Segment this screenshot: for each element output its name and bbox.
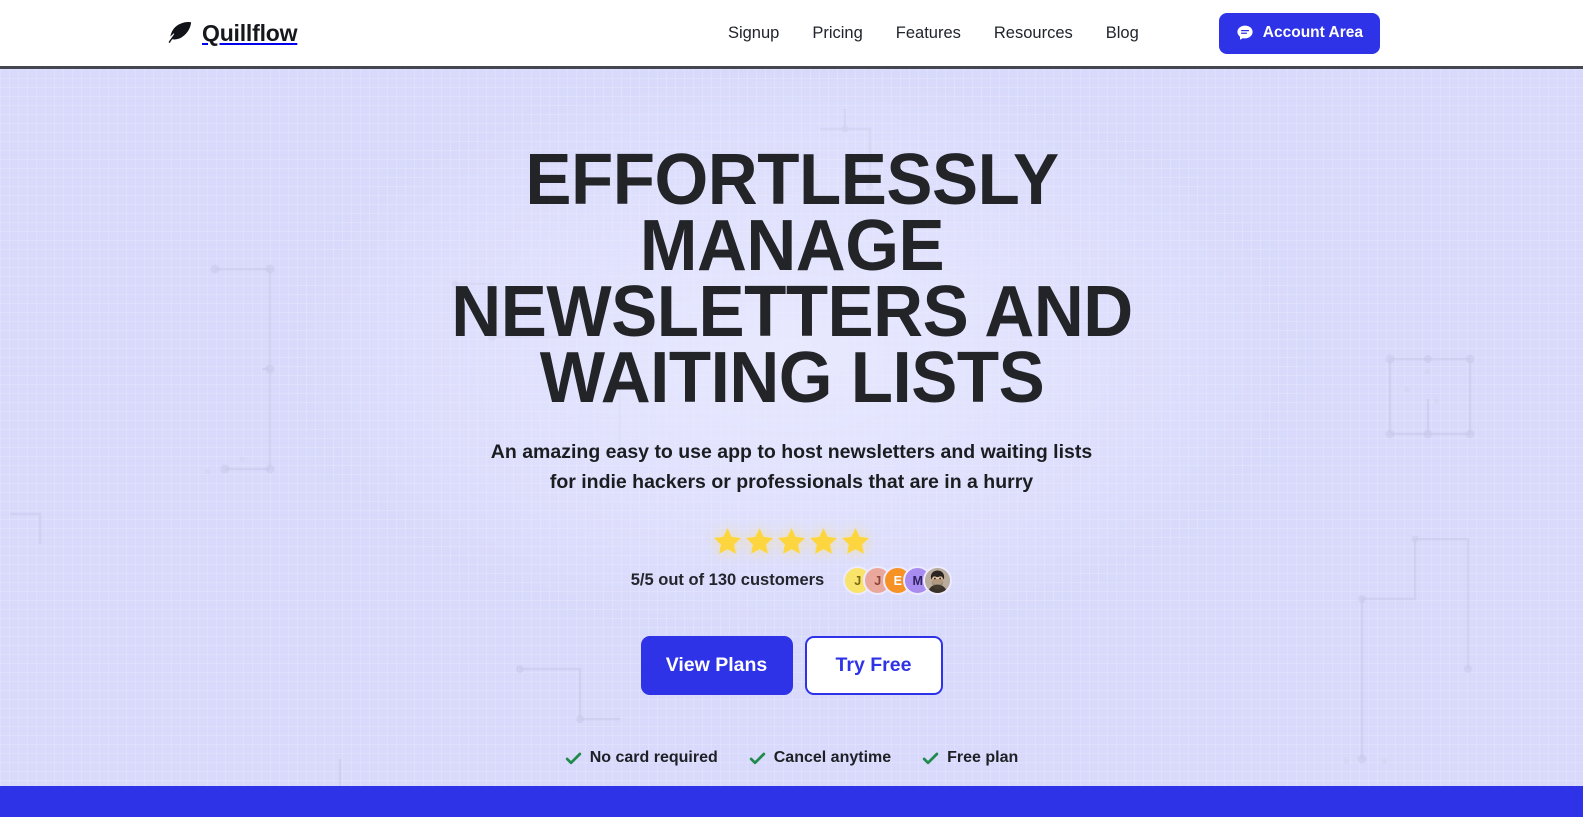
person-photo-icon bbox=[925, 568, 951, 593]
brand-logo[interactable]: Quillflow bbox=[167, 19, 298, 47]
rating-text: 5/5 out of 130 customers bbox=[630, 571, 825, 589]
perks-list: No card required Cancel anytime Free pla… bbox=[565, 749, 1018, 767]
hero-subtitle: An amazing easy to use app to host newsl… bbox=[472, 437, 1112, 497]
brand-name: Quillflow bbox=[202, 19, 298, 46]
bottom-accent-band bbox=[0, 786, 1583, 817]
avatar-initial: J bbox=[854, 573, 862, 588]
perk-item: Cancel anytime bbox=[749, 749, 891, 767]
nav-link-pricing[interactable]: Pricing bbox=[812, 24, 862, 43]
star-icon bbox=[713, 528, 742, 554]
avatar-initial: M bbox=[912, 573, 923, 588]
main-nav: Signup Pricing Features Resources Blog A… bbox=[728, 12, 1583, 54]
cta-buttons: View Plans Try Free bbox=[640, 636, 943, 695]
avatar-initial: E bbox=[893, 573, 902, 588]
rating-summary: 5/5 out of 130 customers J J E M bbox=[630, 566, 953, 595]
check-icon bbox=[749, 752, 765, 764]
star-icon bbox=[841, 528, 870, 554]
star-icon bbox=[777, 528, 806, 554]
perk-label: Cancel anytime bbox=[773, 749, 892, 766]
nav-link-blog[interactable]: Blog bbox=[1106, 24, 1139, 43]
check-icon bbox=[922, 752, 939, 764]
hero-subtitle-line-2: for indie hackers or professionals that … bbox=[549, 471, 1034, 493]
hero-title-line-3: WAITING LISTS bbox=[539, 338, 1044, 418]
site-header: Quillflow Signup Pricing Features Resour… bbox=[0, 0, 1583, 69]
perk-label: Free plan bbox=[947, 749, 1019, 766]
perk-item: Free plan bbox=[922, 749, 1018, 767]
hero-subtitle-line-1: An amazing easy to use app to host newsl… bbox=[490, 441, 1093, 463]
customer-avatars: J J E M bbox=[843, 566, 953, 595]
hero-section: EFFORTLESSLY MANAGE NEWSLETTERS AND WAIT… bbox=[0, 69, 1583, 817]
nav-link-features[interactable]: Features bbox=[896, 24, 961, 43]
star-icon bbox=[745, 528, 774, 554]
page-title: EFFORTLESSLY MANAGE NEWSLETTERS AND WAIT… bbox=[427, 144, 1157, 414]
chat-bubble-icon bbox=[1237, 25, 1253, 40]
account-area-label: Account Area bbox=[1262, 24, 1363, 41]
star-icon bbox=[809, 528, 838, 554]
perk-item: No card required bbox=[565, 749, 718, 767]
account-area-button[interactable]: Account Area bbox=[1218, 12, 1380, 54]
try-free-button[interactable]: Try Free bbox=[804, 636, 943, 695]
view-plans-button[interactable]: View Plans bbox=[640, 636, 793, 695]
nav-link-signup[interactable]: Signup bbox=[728, 24, 779, 43]
nav-link-resources[interactable]: Resources bbox=[994, 24, 1073, 43]
avatar-initial: J bbox=[874, 573, 882, 588]
perk-label: No card required bbox=[589, 749, 718, 766]
check-icon bbox=[565, 752, 581, 764]
star-rating bbox=[712, 526, 871, 557]
hero-title-line-1: EFFORTLESSLY MANAGE bbox=[524, 140, 1059, 286]
avatar-photo bbox=[923, 566, 953, 595]
feather-icon bbox=[168, 21, 192, 43]
